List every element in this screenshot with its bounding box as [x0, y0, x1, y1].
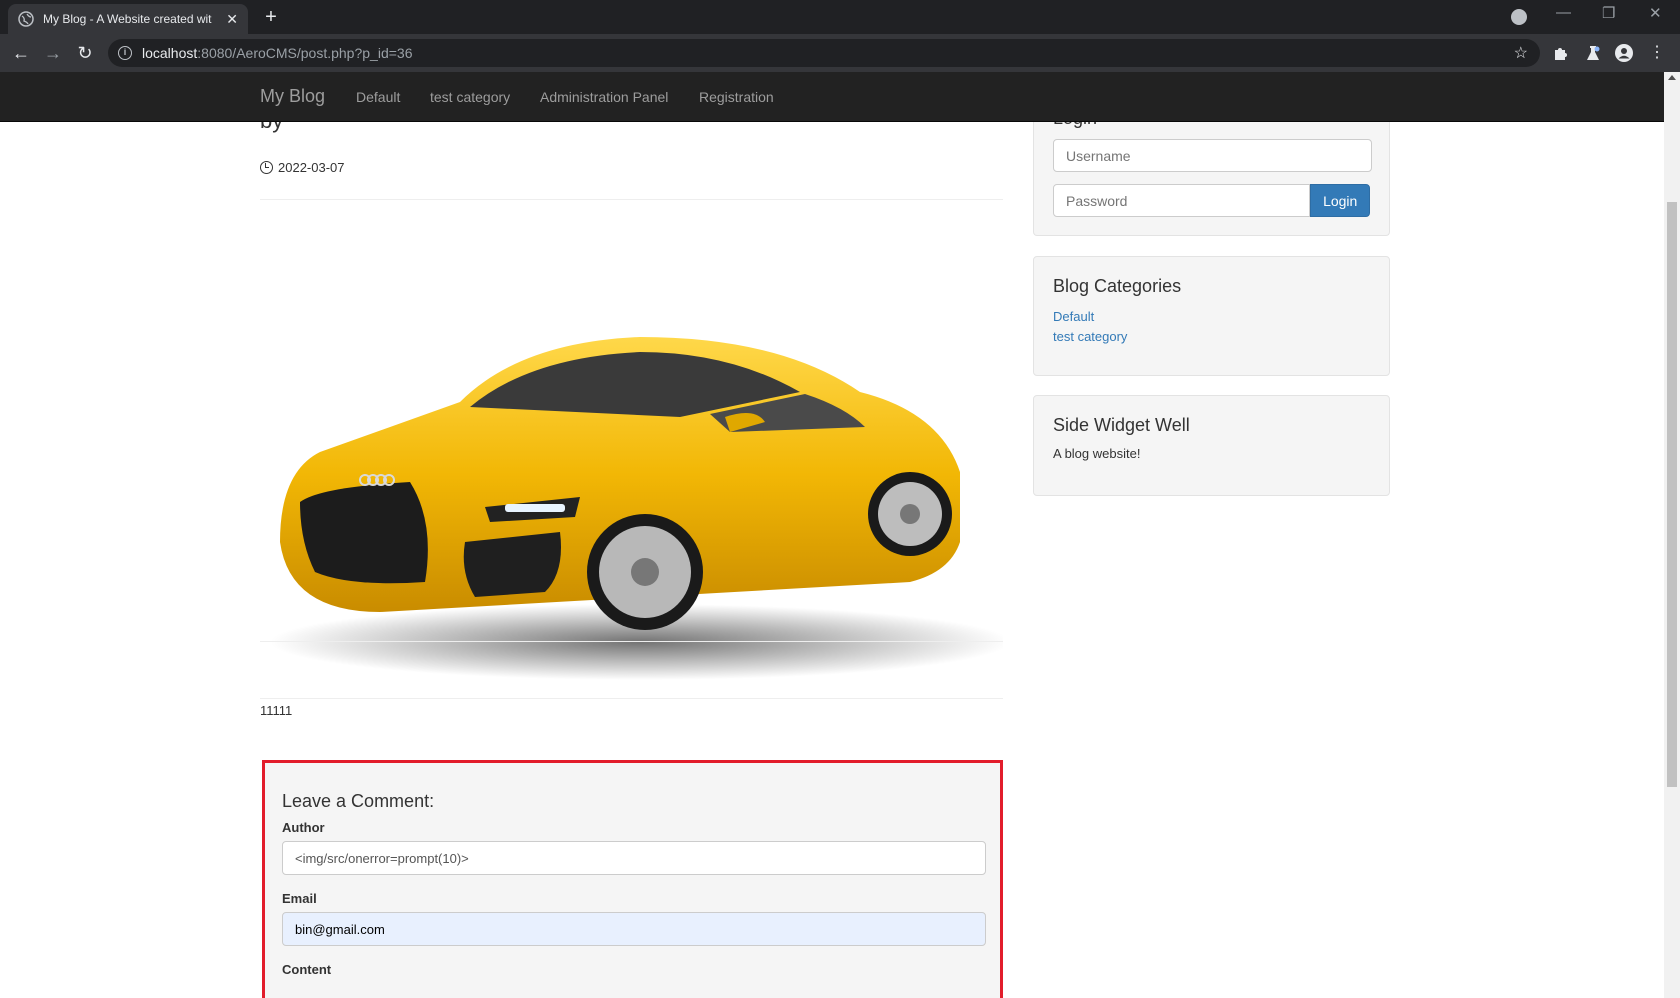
email-label: Email	[282, 891, 317, 906]
side-widget-well: Side Widget Well A blog website!	[1033, 395, 1390, 496]
category-link-default[interactable]: Default	[1053, 307, 1370, 327]
bookmark-star-icon[interactable]: ☆	[1514, 43, 1528, 63]
reload-icon[interactable]: ↻	[74, 42, 96, 64]
labs-flask-icon[interactable]	[1584, 44, 1602, 62]
page-viewport: My Blog Default test category Administra…	[0, 72, 1664, 998]
post-date: 2022-03-07	[260, 160, 345, 175]
site-navbar: My Blog Default test category Administra…	[0, 72, 1664, 122]
browser-tab-bar: My Blog - A Website created wit ✕ + — ❐ …	[0, 0, 1680, 34]
browser-toolbar: ← → ↻ i localhost :8080/AeroCMS/post.php…	[0, 34, 1680, 72]
back-icon[interactable]: ←	[10, 42, 32, 64]
tab-close-icon[interactable]: ✕	[226, 11, 238, 28]
post-date-text: 2022-03-07	[278, 160, 345, 175]
side-widget-title: Side Widget Well	[1053, 415, 1190, 435]
browser-tab[interactable]: My Blog - A Website created wit ✕	[8, 4, 248, 34]
content-label: Content	[282, 962, 332, 977]
post-content: 11111	[260, 703, 293, 718]
login-button[interactable]: Login	[1310, 184, 1370, 217]
nav-link-registration[interactable]: Registration	[699, 89, 774, 105]
page-scrollbar[interactable]	[1664, 72, 1680, 998]
post-image	[270, 337, 1003, 680]
author-input[interactable]	[282, 841, 986, 875]
restore-icon[interactable]: ❐	[1602, 4, 1615, 22]
category-link-test-category[interactable]: test category	[1053, 327, 1370, 347]
comment-form: Leave a Comment: Author Email Content	[262, 760, 1003, 998]
navbar-brand[interactable]: My Blog	[260, 86, 325, 107]
divider	[260, 698, 1003, 699]
side-widget-text: A blog website!	[1053, 446, 1141, 461]
forward-icon[interactable]: →	[42, 42, 64, 64]
categories-well: Blog Categories Default test category	[1033, 256, 1390, 376]
url-host: localhost	[142, 45, 198, 61]
username-input[interactable]	[1053, 139, 1372, 172]
extensions-icon[interactable]	[1552, 44, 1570, 62]
nav-link-test-category[interactable]: test category	[430, 89, 510, 105]
comment-form-title: Leave a Comment:	[282, 791, 435, 811]
nav-link-default[interactable]: Default	[356, 89, 400, 105]
divider	[260, 199, 1003, 200]
minimize-icon[interactable]: —	[1556, 4, 1571, 21]
tab-search-icon[interactable]	[1511, 9, 1527, 25]
site-info-icon[interactable]: i	[118, 46, 132, 60]
divider	[260, 641, 1003, 642]
tab-title: My Blog - A Website created wit	[43, 12, 212, 26]
nav-link-administration-panel[interactable]: Administration Panel	[540, 89, 668, 105]
new-tab-button[interactable]: +	[260, 6, 282, 28]
url-path: :8080/AeroCMS/post.php?p_id=36	[197, 45, 413, 61]
globe-icon	[18, 11, 34, 27]
address-bar[interactable]: i localhost :8080/AeroCMS/post.php?p_id=…	[108, 39, 1540, 67]
scroll-thumb[interactable]	[1667, 202, 1677, 787]
password-input[interactable]	[1053, 184, 1311, 217]
password-row: Login	[1053, 184, 1370, 217]
categories-title: Blog Categories	[1053, 276, 1182, 296]
close-window-icon[interactable]: ✕	[1649, 4, 1662, 22]
clock-icon	[260, 161, 273, 174]
scroll-up-arrow-icon[interactable]	[1668, 75, 1676, 80]
profile-avatar-icon[interactable]	[1615, 44, 1633, 62]
author-label: Author	[282, 820, 325, 835]
menu-kebab-icon[interactable]: ⋮	[1646, 42, 1668, 64]
email-input[interactable]	[282, 912, 986, 946]
